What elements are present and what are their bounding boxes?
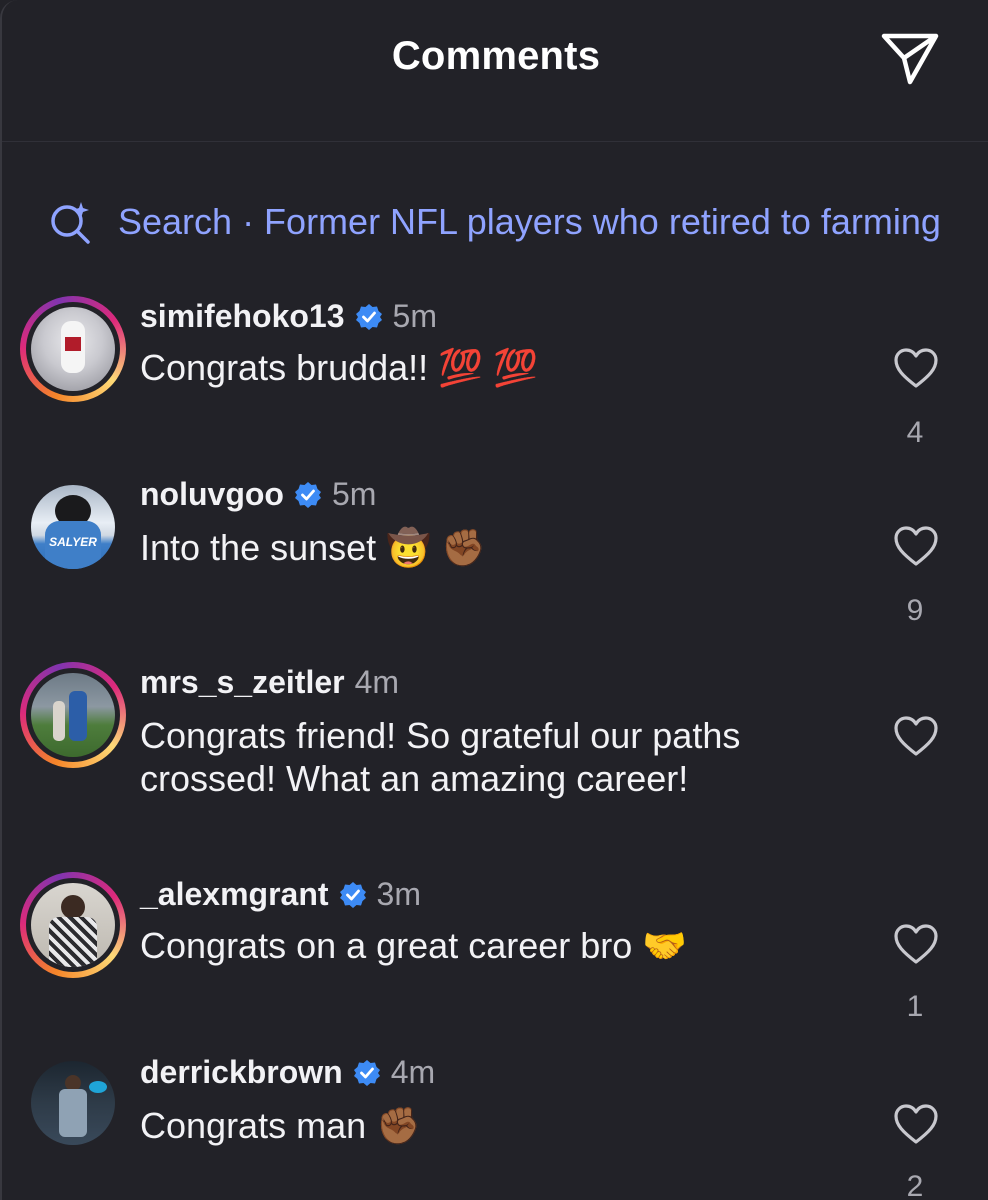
header: Comments bbox=[2, 0, 988, 142]
verified-badge-icon bbox=[353, 1059, 380, 1086]
comment-meta: simifehoko13 5m bbox=[140, 298, 437, 335]
comment-meta: mrs_s_zeitler 4m bbox=[140, 664, 399, 701]
page-title: Comments bbox=[391, 34, 601, 78]
heart-icon bbox=[894, 526, 938, 566]
like-count: 2 bbox=[906, 1170, 924, 1200]
timestamp: 4m bbox=[390, 1054, 436, 1090]
verified-badge-icon bbox=[294, 481, 321, 508]
avatar-image bbox=[31, 673, 115, 757]
comment-text: Into the sunset 🤠 ✊🏾 bbox=[140, 527, 486, 568]
username[interactable]: simifehoko13 bbox=[140, 298, 345, 335]
avatar-image bbox=[31, 307, 115, 391]
comment-meta: noluvgoo 5m bbox=[140, 476, 376, 513]
username[interactable]: mrs_s_zeitler bbox=[140, 664, 345, 701]
avatar-image bbox=[31, 883, 115, 967]
sparkle-search-icon bbox=[51, 202, 90, 244]
comment-text: Congrats man ✊🏾 bbox=[140, 1105, 421, 1146]
avatar[interactable] bbox=[20, 1050, 126, 1156]
search-suggestion[interactable]: Search · Former NFL players who retired … bbox=[48, 196, 941, 248]
avatar[interactable]: SALYER bbox=[20, 474, 126, 580]
comment-text: Congrats on a great career bro 🤝 bbox=[140, 925, 688, 966]
timestamp: 5m bbox=[331, 476, 377, 512]
timestamp: 3m bbox=[376, 876, 421, 912]
comment-text: Congrats brudda!! 💯 💯 bbox=[140, 347, 538, 388]
like-count: 9 bbox=[906, 594, 924, 627]
timestamp: 5m bbox=[392, 298, 437, 334]
avatar-caption: SALYER bbox=[49, 535, 97, 549]
comments-sheet: Comments Search · Former NFL players who… bbox=[0, 0, 988, 1200]
username[interactable]: derrickbrown bbox=[140, 1054, 343, 1091]
verified-badge-icon bbox=[355, 303, 382, 330]
like-count: 1 bbox=[906, 990, 924, 1023]
paper-plane-icon bbox=[881, 33, 939, 85]
avatar[interactable] bbox=[20, 872, 126, 978]
heart-icon bbox=[894, 716, 938, 756]
search-suggestion-label: Search · Former NFL players who retired … bbox=[118, 201, 941, 242]
verified-badge-icon bbox=[339, 881, 366, 908]
heart-icon bbox=[894, 924, 938, 964]
like-button[interactable] bbox=[890, 344, 942, 392]
username[interactable]: _alexmgrant bbox=[140, 876, 329, 913]
comment-meta: _alexmgrant 3m bbox=[140, 876, 421, 913]
heart-icon bbox=[894, 348, 938, 388]
like-button[interactable] bbox=[890, 1100, 942, 1148]
username[interactable]: noluvgoo bbox=[140, 476, 284, 513]
like-button[interactable] bbox=[890, 712, 942, 760]
comment-meta: derrickbrown 4m bbox=[140, 1054, 435, 1091]
comment-text: Congrats friend! So grateful our paths c… bbox=[140, 715, 741, 799]
heart-icon bbox=[894, 1104, 938, 1144]
avatar-image bbox=[31, 1061, 115, 1145]
avatar[interactable] bbox=[20, 662, 126, 768]
timestamp: 4m bbox=[354, 664, 400, 700]
like-button[interactable] bbox=[890, 920, 942, 968]
like-count: 4 bbox=[906, 416, 924, 449]
share-button[interactable] bbox=[878, 28, 942, 90]
avatar-image: SALYER bbox=[31, 485, 115, 569]
like-button[interactable] bbox=[890, 522, 942, 570]
avatar[interactable] bbox=[20, 296, 126, 402]
